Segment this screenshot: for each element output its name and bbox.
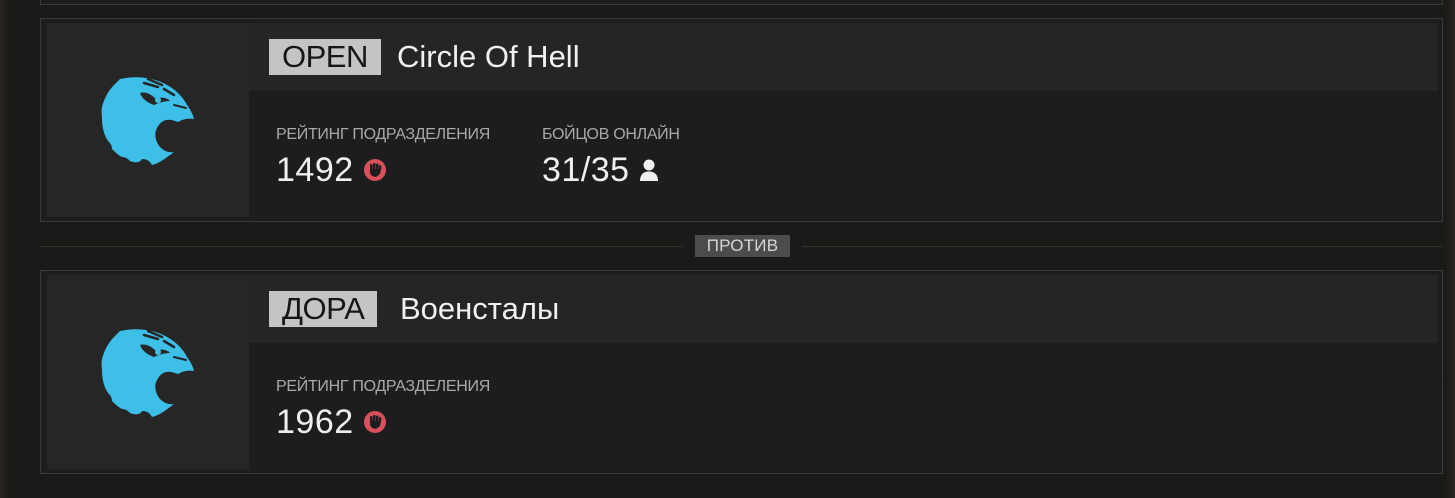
fist-icon	[363, 410, 387, 434]
clan-tag: OPEN	[269, 39, 381, 75]
team-card-1[interactable]: OPEN Circle Of Hell РЕЙТИНГ ПОДРАЗДЕЛЕНИ…	[40, 18, 1443, 222]
previous-panel-edge	[40, 0, 1443, 5]
online-label: БОЙЦОВ ОНЛАЙН	[542, 126, 680, 143]
eagle-icon	[101, 77, 194, 165]
person-icon	[639, 158, 659, 182]
online-stat: БОЙЦОВ ОНЛАЙН 31/35	[542, 126, 680, 188]
team-header: ДОРА Военсталы	[249, 275, 1438, 343]
team-stats: РЕЙТИНГ ПОДРАЗДЕЛЕНИЯ 1492 БОЙЦОВ ОНЛАЙН…	[249, 91, 1438, 217]
rating-stat: РЕЙТИНГ ПОДРАЗДЕЛЕНИЯ 1962	[276, 378, 490, 440]
right-frame-edge	[1445, 0, 1455, 498]
clan-tag: ДОРА	[269, 291, 378, 327]
clan-name[interactable]: Военсталы	[400, 291, 559, 327]
versus-label: ПРОТИВ	[695, 235, 790, 257]
online-value-row: 31/35	[542, 152, 680, 188]
rating-stat: РЕЙТИНГ ПОДРАЗДЕЛЕНИЯ 1492	[276, 126, 490, 188]
eagle-icon	[101, 329, 194, 417]
rating-value-row: 1962	[276, 404, 490, 440]
rating-value: 1492	[276, 151, 354, 189]
rating-value-row: 1492	[276, 152, 490, 188]
team-emblem	[47, 275, 249, 469]
clan-name[interactable]: Circle Of Hell	[397, 39, 580, 75]
team-emblem	[47, 23, 249, 217]
left-frame-edge	[0, 0, 10, 498]
online-value: 31/35	[542, 151, 630, 189]
rating-label: РЕЙТИНГ ПОДРАЗДЕЛЕНИЯ	[276, 378, 490, 395]
rating-value: 1962	[276, 403, 354, 441]
fist-icon	[363, 158, 387, 182]
matchup-page: OPEN Circle Of Hell РЕЙТИНГ ПОДРАЗДЕЛЕНИ…	[0, 0, 1455, 498]
team-card-2[interactable]: ДОРА Военсталы РЕЙТИНГ ПОДРАЗДЕЛЕНИЯ 196…	[40, 270, 1443, 474]
team-header: OPEN Circle Of Hell	[249, 23, 1438, 91]
team-stats: РЕЙТИНГ ПОДРАЗДЕЛЕНИЯ 1962	[249, 343, 1438, 469]
rating-label: РЕЙТИНГ ПОДРАЗДЕЛЕНИЯ	[276, 126, 490, 143]
